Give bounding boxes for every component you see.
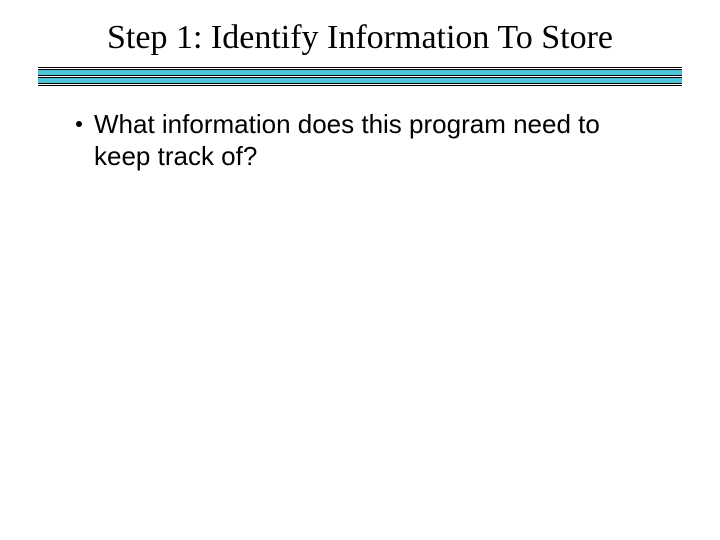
slide: Step 1: Identify Information To Store Wh… [0,0,720,540]
title-underline [38,67,682,86]
slide-title: Step 1: Identify Information To Store [38,18,682,63]
content-area: What information does this program need … [70,108,650,173]
bullet-icon [76,121,82,127]
bullet-text: What information does this program need … [94,108,650,173]
list-item: What information does this program need … [70,108,650,173]
title-wrap: Step 1: Identify Information To Store [38,18,682,63]
